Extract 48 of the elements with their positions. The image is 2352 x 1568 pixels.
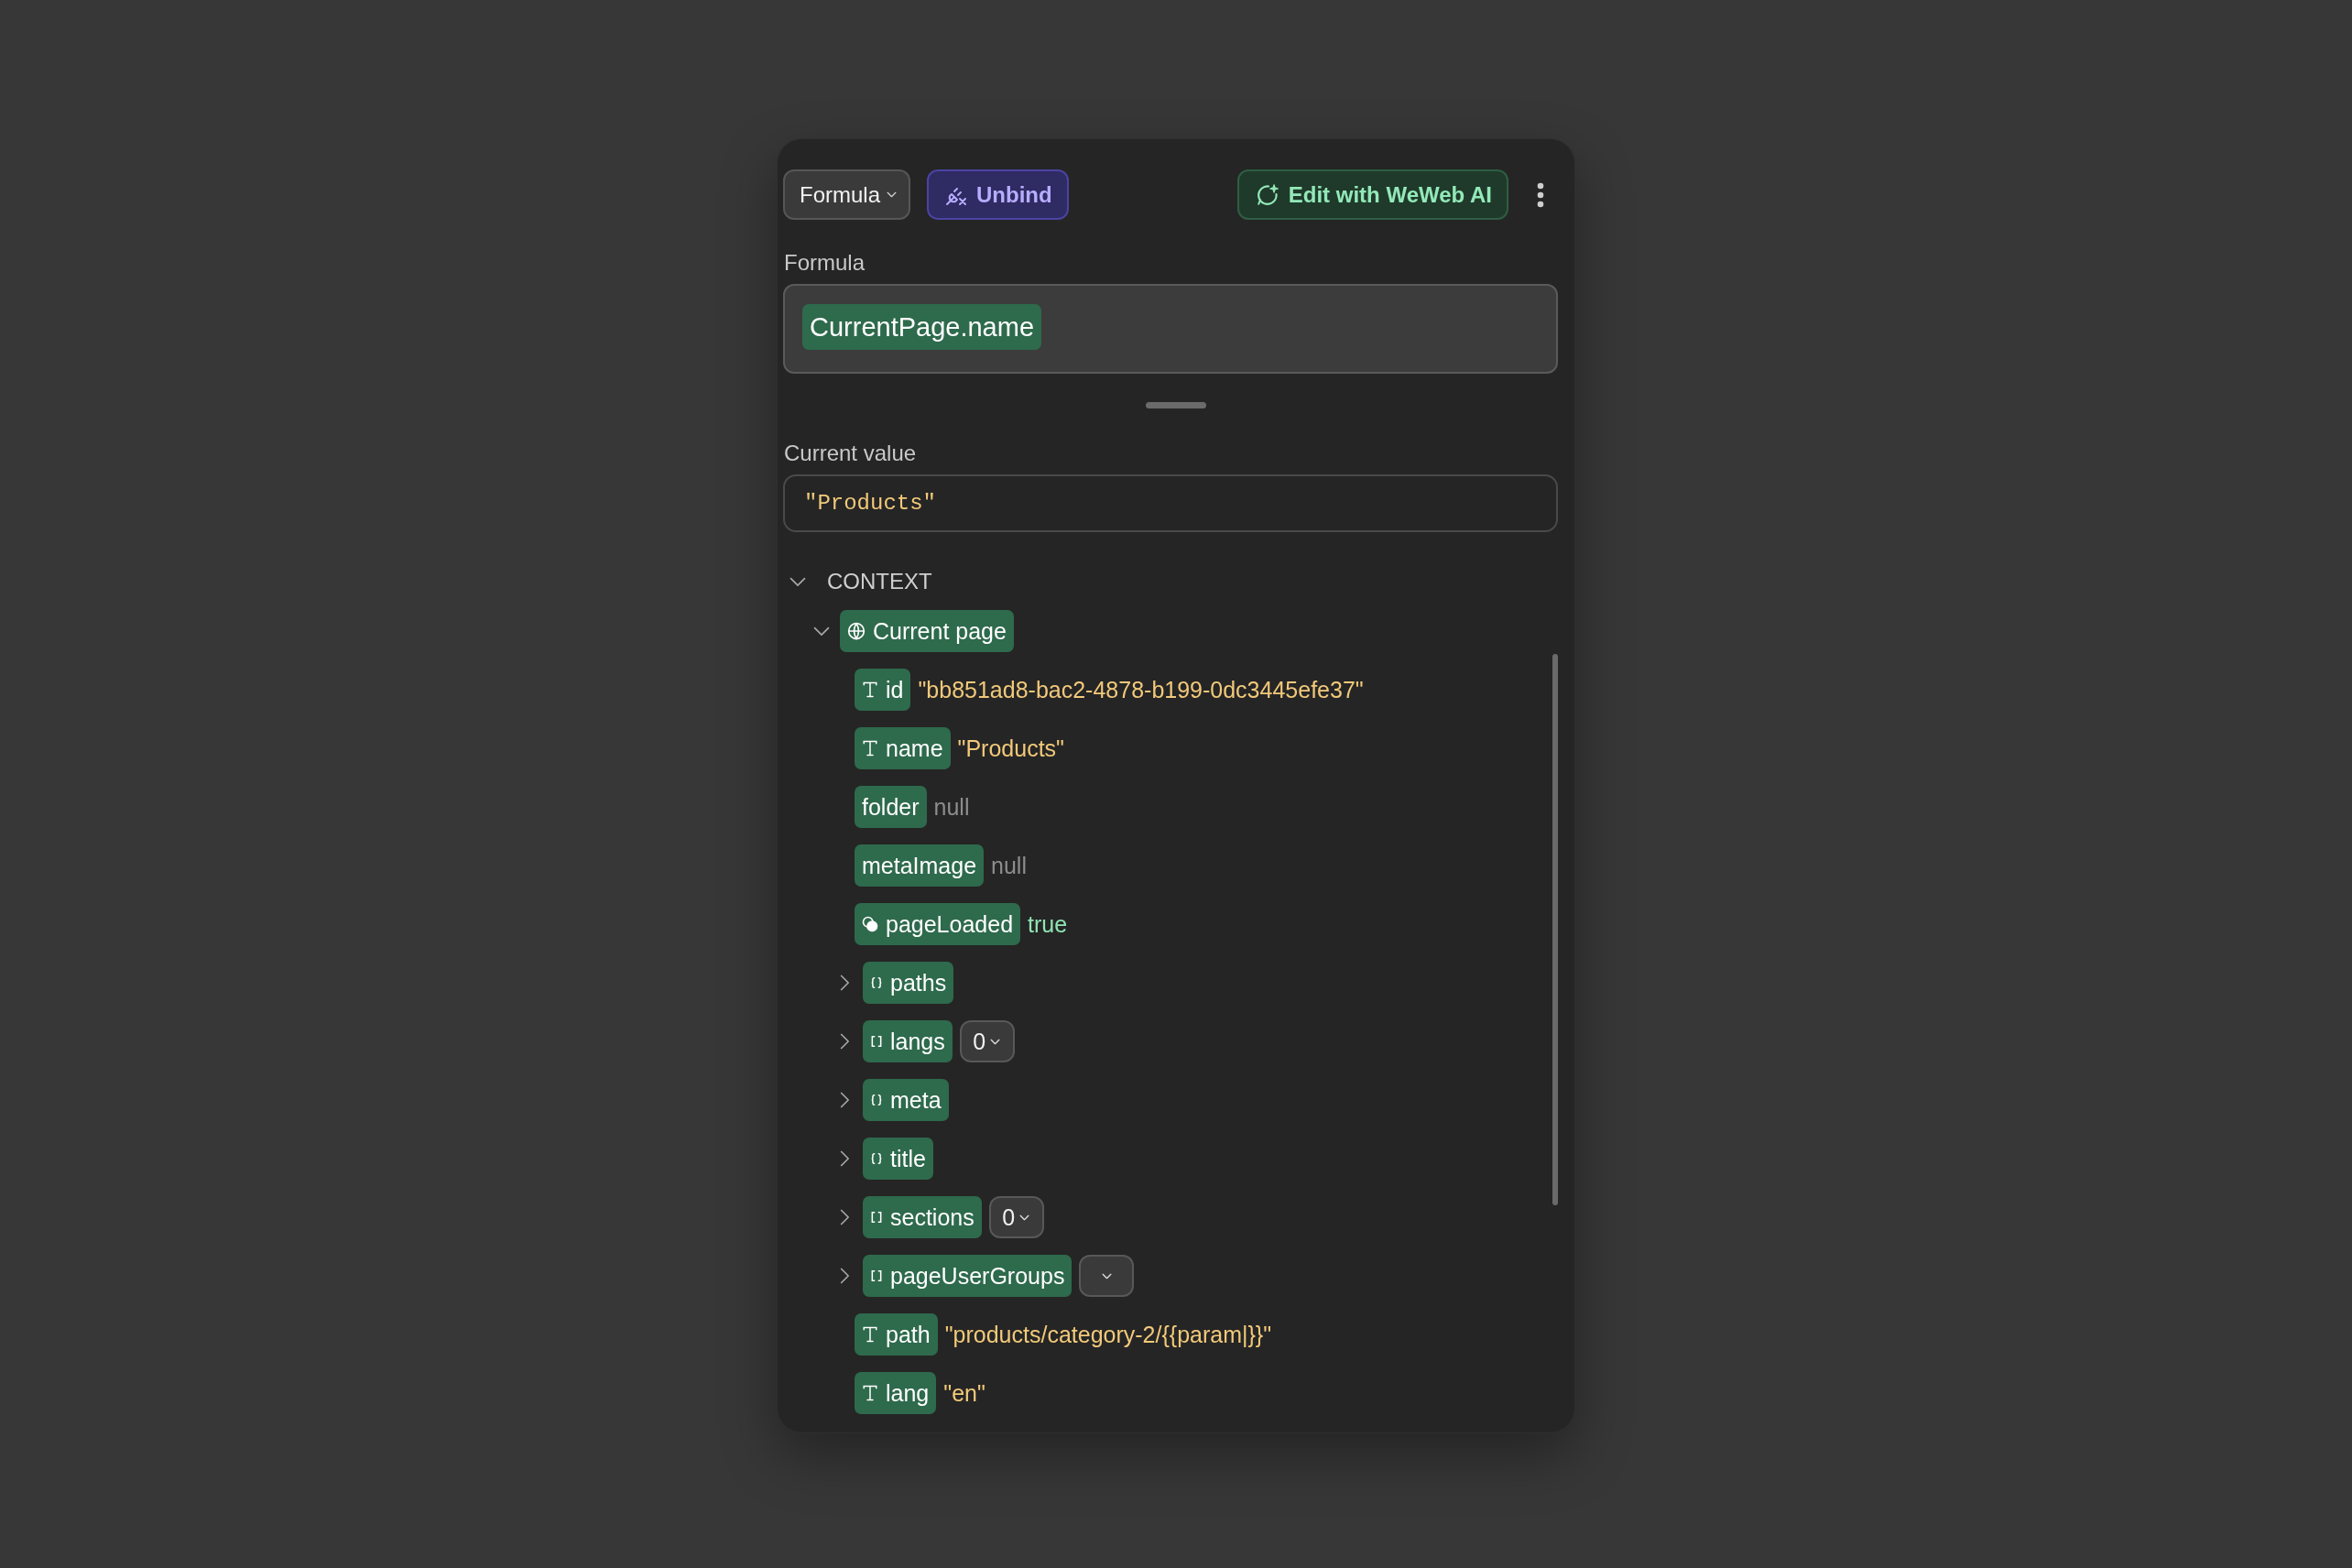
chat-sparkle-icon [1255, 182, 1279, 207]
value-text: null [991, 852, 1027, 879]
variable-chip[interactable]: id [855, 669, 911, 711]
formula-token: CurrentPage.name [802, 304, 1042, 350]
index-dropdown[interactable]: 0 [959, 1020, 1015, 1062]
variable-chip[interactable]: pageUserGroups [863, 1255, 1073, 1297]
variable-chip[interactable]: Current page [840, 610, 1014, 652]
toggle-circles-icon [862, 916, 878, 932]
braces-icon [870, 1152, 883, 1165]
variable-chip[interactable]: path [855, 1313, 938, 1356]
field-label: Formula [783, 250, 866, 276]
type-icon [862, 681, 878, 698]
current-value-field: "Products" [783, 474, 1558, 532]
variable-chip[interactable]: langs [863, 1020, 953, 1062]
variable-chip[interactable]: metaImage [855, 844, 985, 887]
type-icon [862, 1385, 878, 1401]
variable-chip[interactable]: pageLoaded [855, 903, 1021, 945]
value-text: true [1028, 910, 1068, 938]
variable-chip[interactable]: name [855, 727, 951, 769]
variable-chip[interactable]: folder [855, 786, 927, 828]
value-text: "en" [943, 1379, 985, 1407]
value-text: "products/category-2/{{param|}}" [944, 1321, 1272, 1348]
globe-icon [847, 622, 866, 640]
value-text: null [933, 793, 970, 821]
section-title: CONTEXT [827, 569, 932, 594]
type-icon [862, 1326, 878, 1343]
index-dropdown[interactable]: 0 [988, 1196, 1044, 1238]
scrollbar-thumb[interactable] [1552, 654, 1558, 1205]
brackets-icon [870, 1211, 883, 1224]
brackets-icon [870, 1035, 883, 1048]
brackets-icon [870, 1269, 883, 1282]
type-icon [862, 740, 878, 757]
variable-chip[interactable]: meta [863, 1079, 949, 1121]
value-text: "Products" [957, 735, 1064, 762]
variable-chip[interactable]: sections [863, 1196, 982, 1238]
unbind-button[interactable]: Unbind [927, 169, 1069, 220]
ai-edit-button[interactable]: Edit with WeWeb AI [1236, 169, 1508, 220]
resize-handle[interactable] [1146, 402, 1206, 408]
variable-chip[interactable]: paths [863, 962, 954, 1004]
kebab-icon [1537, 181, 1544, 208]
variable-chip[interactable]: title [863, 1138, 933, 1180]
braces-icon [870, 1094, 883, 1106]
mode-select[interactable]: Formula [783, 169, 911, 220]
braces-icon [870, 976, 883, 989]
variable-chip[interactable]: lang [855, 1372, 937, 1414]
formula-input[interactable]: CurrentPage.name [783, 284, 1558, 374]
value-text: "bb851ad8-bac2-4878-b199-0dc3445efe37" [918, 676, 1364, 703]
field-label: Current value [783, 441, 918, 466]
